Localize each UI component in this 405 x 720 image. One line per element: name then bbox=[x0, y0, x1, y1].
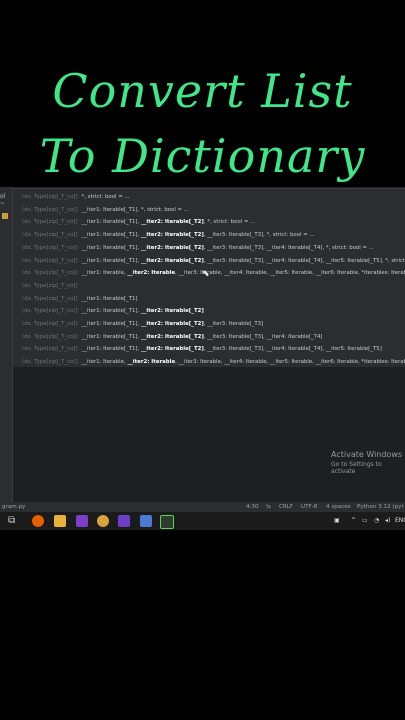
pycharm-icon[interactable] bbox=[160, 515, 174, 529]
wifi-icon[interactable]: ◔ bbox=[374, 512, 379, 530]
signature-row[interactable]: (dx. Type[zip[_T_co]] __iter1: Iterable[_… bbox=[13, 343, 405, 356]
signature-rest: , __iter3: Iterable[_T3], __iter4: Itera… bbox=[203, 244, 374, 251]
windows-taskbar: ⧉ ▣ ^ ▭ ◔ ◂) ENG bbox=[0, 512, 405, 530]
app-icon[interactable] bbox=[97, 515, 109, 527]
tray-app-icon[interactable]: ▣ bbox=[334, 512, 340, 530]
signature-current-param: __iter2: Iterable[_T2] bbox=[140, 219, 204, 226]
signature-prefix: (dx. Type[zip[_T_co]] bbox=[22, 270, 78, 277]
signature-rest: , __iter3: Iterable[_T3] bbox=[203, 321, 264, 327]
signature-params: __iter1: Iterable[_T1], *, strict: bool … bbox=[81, 206, 189, 213]
status-file[interactable]: gram.py bbox=[2, 502, 25, 512]
task-view-icon[interactable]: ⧉ bbox=[8, 515, 20, 527]
signature-current-param: __iter2: Iterable[_T2] bbox=[140, 308, 204, 315]
activate-windows-watermark: Activate Windows Go to Settings to activ… bbox=[331, 450, 405, 475]
signature-prefix: (dx. Type[zip[_T_co]] bbox=[22, 346, 78, 353]
signature-rest: , __iter3: Iterable[_T3], __iter4: Itera… bbox=[203, 257, 405, 264]
signature-rest: , __iter3: Iterable[_T3], __iter4: Itera… bbox=[203, 333, 323, 340]
visual-studio-2-icon[interactable] bbox=[118, 515, 130, 527]
signature-row[interactable]: (dx. Type[zip[_T_co]] __iter1: Iterable, … bbox=[13, 356, 405, 369]
status-line-ending[interactable]: CRLF bbox=[279, 502, 293, 512]
signature-current-param: __iter2: Iterable bbox=[127, 359, 176, 366]
title-line-2: To Dictionary bbox=[39, 129, 366, 183]
signature-current-param: __iter2: Iterable[_T2] bbox=[140, 232, 204, 239]
signature-params: __iter1: Iterable[_T1], bbox=[81, 232, 140, 239]
gutter-marker: ol ~ bbox=[0, 193, 6, 207]
signature-prefix: (dx. Type[zip[_T_co]] bbox=[22, 295, 78, 302]
signature-row[interactable]: (dx. Type[zip[_T_co]] bbox=[13, 280, 405, 293]
signature-current-param: __iter2: Iterable[_T2] bbox=[140, 333, 204, 340]
signature-params: __iter1: Iterable, bbox=[81, 359, 126, 366]
signature-row[interactable]: (dx. Type[zip[_T_co]] *, strict: bool = .… bbox=[13, 191, 405, 204]
signature-params: __iter1: Iterable[_T1], bbox=[81, 308, 140, 315]
signature-params: __iter1: Iterable[_T1] bbox=[81, 295, 138, 302]
signature-params: __iter1: Iterable[_T1], bbox=[81, 321, 140, 327]
status-indent[interactable]: 4 spaces bbox=[326, 502, 351, 512]
volume-icon[interactable]: ◂) bbox=[385, 512, 390, 530]
editor-gutter: ol ~ bbox=[0, 187, 12, 502]
signature-rest: , __iter3: Iterable, __iter4: Iterable, … bbox=[175, 359, 405, 366]
signature-current-param: __iter2: Iterable[_T2] bbox=[140, 257, 204, 264]
signature-params: __iter1: Iterable[_T1], bbox=[81, 333, 140, 340]
bookmark-icon bbox=[2, 213, 8, 219]
signature-rest: , *, strict: bool = ... bbox=[203, 219, 256, 226]
signature-rest: , __iter3: Iterable, __iter4: Iterable, … bbox=[175, 270, 405, 277]
signature-prefix: (dx. Type[zip[_T_co]] bbox=[22, 308, 78, 315]
signature-row[interactable]: (dx. Type[zip[_T_co]] __iter1: Iterable[_… bbox=[13, 305, 405, 318]
signature-row[interactable]: (dx. Type[zip[_T_co]] __iter1: Iterable[_… bbox=[13, 318, 405, 331]
signature-prefix: (dx. Type[zip[_T_co]] bbox=[22, 282, 78, 289]
signature-row[interactable]: (dx. Type[zip[_T_co]] __iter1: Iterable[_… bbox=[13, 204, 405, 217]
signature-params: *, strict: bool = ... bbox=[81, 194, 130, 200]
status-bar: gram.py 4:30 ⇆ CRLF UTF-8 4 spaces Pytho… bbox=[0, 502, 405, 512]
visual-studio-icon[interactable] bbox=[76, 515, 88, 527]
signature-prefix: (dx. Type[zip[_T_co]] bbox=[22, 232, 78, 239]
signature-current-param: __iter2: Iterable[_T2] bbox=[140, 346, 204, 353]
signature-current-param: __iter2: Iterable[_T2] bbox=[140, 244, 204, 251]
signature-row[interactable]: (dx. Type[zip[_T_co]] __iter1: Iterable[_… bbox=[13, 216, 405, 229]
signature-prefix: (dx. Type[zip[_T_co]] bbox=[22, 257, 78, 264]
network-app-icon[interactable] bbox=[140, 515, 152, 527]
status-position[interactable]: 4:30 bbox=[246, 502, 259, 512]
status-interpreter[interactable]: Python 3.12 (pyt bbox=[357, 502, 404, 512]
signature-params: __iter1: Iterable[_T1], bbox=[81, 257, 140, 264]
network-icon[interactable]: ▭ bbox=[362, 512, 368, 530]
file-explorer-icon[interactable] bbox=[54, 515, 66, 527]
language-indicator[interactable]: ENG bbox=[395, 512, 405, 530]
watermark-title: Activate Windows bbox=[331, 450, 403, 459]
signature-current-param: __iter2: Iterable bbox=[127, 270, 176, 277]
title-line-1: Convert List bbox=[52, 64, 353, 118]
signature-prefix: (dx. Type[zip[_T_co]] bbox=[22, 244, 78, 251]
signature-prefix: (dx. Type[zip[_T_co]] bbox=[22, 359, 78, 366]
firefox-icon[interactable] bbox=[32, 515, 44, 527]
status-sep-icon: ⇆ bbox=[266, 504, 271, 510]
signature-prefix: (dx. Type[zip[_T_co]] bbox=[22, 194, 78, 200]
signature-row[interactable]: (dx. Type[zip[_T_co]] __iter1: Iterable[_… bbox=[13, 293, 405, 306]
status-encoding[interactable]: UTF-8 bbox=[301, 502, 317, 512]
signature-params: __iter1: Iterable[_T1], bbox=[81, 219, 140, 226]
signature-row[interactable]: (dx. Type[zip[_T_co]] __iter1: Iterable[_… bbox=[13, 229, 405, 242]
signature-prefix: (dx. Type[zip[_T_co]] bbox=[22, 206, 78, 213]
signature-prefix: (dx. Type[zip[_T_co]] bbox=[22, 333, 78, 340]
signature-params: __iter1: Iterable[_T1], bbox=[81, 244, 140, 251]
signature-rest: , __iter3: Iterable[_T3], *, strict: boo… bbox=[203, 232, 315, 239]
signature-params: __iter1: Iterable, bbox=[81, 270, 126, 277]
watermark-subtitle: Go to Settings to activate bbox=[331, 461, 382, 475]
signature-row[interactable]: (dx. Type[zip[_T_co]] __iter1: Iterable[_… bbox=[13, 331, 405, 344]
signature-row[interactable]: (dx. Type[zip[_T_co]] __iter1: Iterable[_… bbox=[13, 242, 405, 255]
signature-params: __iter1: Iterable[_T1], bbox=[81, 346, 140, 353]
tray-chevron-up-icon[interactable]: ^ bbox=[351, 512, 356, 530]
signature-prefix: (dx. Type[zip[_T_co]] bbox=[22, 219, 78, 226]
signature-rest: , __iter3: Iterable[_T3], __iter4: Itera… bbox=[203, 346, 382, 353]
signature-prefix: (dx. Type[zip[_T_co]] bbox=[22, 321, 78, 327]
signature-row[interactable]: (dx. Type[zip[_T_co]] __iter1: Iterable[_… bbox=[13, 255, 405, 268]
signature-current-param: __iter2: Iterable[_T2] bbox=[140, 321, 204, 327]
mouse-cursor-icon: ⬉ bbox=[202, 269, 210, 279]
